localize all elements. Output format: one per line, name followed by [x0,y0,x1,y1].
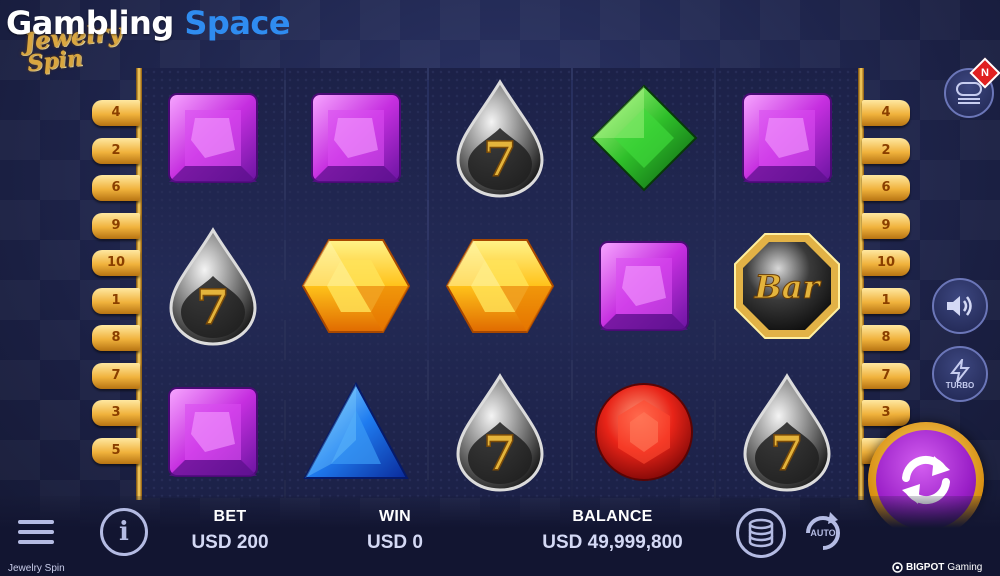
payline-marker: 6 [862,175,910,201]
purple-gem-symbol [142,358,284,506]
bet-value: USD 200 [191,532,269,553]
hamburger-line [18,520,54,524]
info-icon: i [119,517,129,547]
payline-marker: 2 [92,137,140,164]
game-menu-button[interactable]: N [944,57,1000,118]
payline-marker: 1 [862,287,910,314]
turbo-button[interactable]: TURBO [932,346,988,402]
bet-label: BET [213,508,247,525]
blue-triangle-gem-symbol [286,358,428,506]
reel-2 [285,68,428,498]
payline-marker: 9 [862,212,910,239]
win-label: WIN [378,508,411,525]
win-value: USD 0 [367,532,423,553]
red-round-gem-symbol [573,358,715,506]
main-menu-button[interactable] [18,520,54,546]
balance-display: BALANCE USD 49,999,800 [530,508,695,554]
bar-symbol-symbol: Bar [716,212,858,360]
svg-text:7: 7 [483,426,516,482]
purple-gem-symbol [716,64,858,212]
reel-5: Bar 7 [716,68,858,498]
payline-marker: 8 [92,325,140,351]
payline-marker: 10 [862,250,910,276]
svg-text:Bar: Bar [754,268,822,306]
turbo-label: TURBO [945,380,975,390]
svg-text:7: 7 [483,132,516,188]
reel-area[interactable]: 7 7 7 Bar 7 [142,68,858,498]
reel-4 [572,68,715,498]
reel-1: 7 [142,68,284,498]
payline-marker: 3 [862,400,910,426]
silver-seven-symbol: 7 [429,358,571,506]
payline-marker: 9 [92,212,140,239]
bet-display: BET USD 200 [180,508,280,554]
gamepad-icon [956,82,982,104]
payline-marker: 4 [862,100,910,126]
svg-text:7: 7 [770,426,803,482]
info-button[interactable]: i [100,508,148,556]
payline-marker: 4 [92,100,140,126]
purple-gem-symbol [142,64,284,212]
bottom-bar [0,496,1000,576]
paylines-left: 4 2 6 9 10 1 8 7 3 5 [92,100,140,475]
brand-word-1: Gambling [6,4,174,42]
coin-stack-icon [748,518,774,548]
payline-marker: 3 [92,400,140,426]
hamburger-line [18,530,54,534]
svg-text:7: 7 [196,280,229,336]
hamburger-line [18,540,54,544]
payline-marker: 6 [92,175,140,201]
autoplay-label: AUTO [810,528,836,538]
reel-3: 7 7 [429,68,571,498]
footer-game-name: Jewelry Spin [8,563,65,574]
yellow-hex-gem-symbol [286,212,428,360]
brand-word-2: Space [184,4,291,42]
balance-label: BALANCE [572,508,653,525]
payline-marker: 10 [92,250,140,276]
payline-marker: 2 [862,137,910,164]
payline-marker: 7 [862,362,910,389]
provider-name: BIGPOT [906,562,945,573]
balance-value: USD 49,999,800 [542,532,683,553]
provider-logo-icon [892,562,903,573]
paylines-right: 42691018735 [862,100,910,475]
bet-settings-button[interactable] [736,508,786,558]
silver-seven-symbol: 7 [142,212,284,360]
sound-button[interactable] [932,278,988,334]
purple-gem-symbol [286,64,428,212]
purple-gem-symbol [573,212,715,360]
autoplay-button[interactable]: AUTO [800,510,846,556]
speaker-icon [947,296,972,316]
win-display: WIN USD 0 [345,508,445,554]
payline-marker: 8 [862,325,910,351]
payline-marker: 5 [92,437,140,464]
footer-provider: BIGPOT Gaming [892,562,982,573]
new-badge-label: N [981,66,989,79]
payline-marker: 1 [92,287,140,314]
green-diamond-gem-symbol [573,64,715,212]
brand-watermark: Gambling Space [6,4,291,42]
provider-suffix: Gaming [947,562,983,573]
payline-marker: 7 [92,362,140,389]
yellow-hex-gem-symbol [429,212,571,360]
silver-seven-symbol: 7 [429,64,571,212]
silver-seven-symbol: 7 [716,358,858,506]
lightning-icon [949,358,971,383]
